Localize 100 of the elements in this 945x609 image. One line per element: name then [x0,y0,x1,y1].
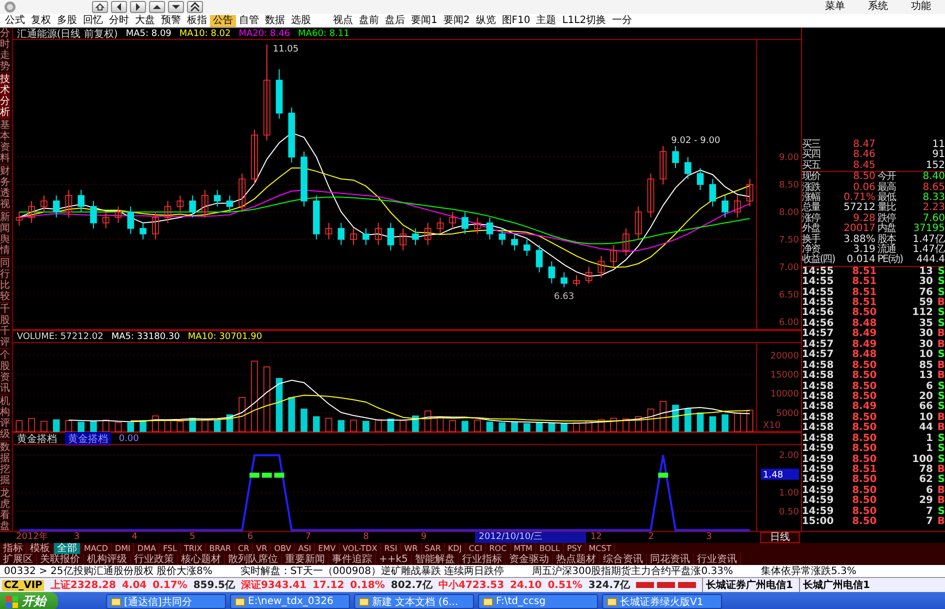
tick-time: 14:57 [802,340,835,350]
period-button[interactable]: 日线 [760,532,800,543]
side-tab[interactable]: 同行比较 [0,258,10,303]
side-tab[interactable]: 基本资料 [0,120,10,165]
tick-price: 8.50 [851,382,878,392]
tick-volume: 59 [919,298,933,308]
tick-price: 8.51 [851,266,878,277]
tick-time: 14:55 [802,266,835,277]
indicator-axis-label: 1.00 [778,488,799,499]
tick-time: 14:55 [802,298,835,308]
quote-value: 8.40 [922,172,945,182]
menu-item[interactable]: 系统 [858,0,898,14]
tick-price: 8.49 [851,329,878,340]
taskbar-item[interactable]: [通达信]共同分 [106,594,226,609]
toolbar-item[interactable]: 公式 [2,14,28,26]
moving-average-legend: MA5: 8.09 [126,28,172,38]
tick-time: 14:59 [802,475,835,486]
date-axis-label: 4 [130,532,138,543]
side-tab[interactable]: 数据挖掘 [0,442,10,487]
tick-price: 8.50 [851,360,878,371]
tick-side-label: B [936,517,945,528]
tick-price: 8.50 [851,496,878,506]
quote-label: 涨幅 [802,192,822,203]
date-axis-label: 9 [420,532,428,543]
tick-price: 8.50 [851,444,878,454]
tick-volume: 62 [918,475,933,486]
quote-label: 买三 [802,140,822,150]
tick-side-label: B [936,371,945,382]
index-value: 深证9343.41 [240,578,307,592]
quote-label: 总量 [802,203,822,214]
toolbar-item[interactable]: 多股 [54,14,80,26]
toolbar-item[interactable]: 盘后 [382,14,408,26]
toolbar-item[interactable]: 分时 [106,14,132,26]
quote-label: 收益(四) [802,255,836,266]
tick-time: 14:57 [802,329,835,340]
indicator-axis-label: 0.50 [778,507,799,518]
tick-volume: 10 [918,350,933,360]
toolbar-item[interactable]: 视点 [330,14,356,26]
toolbar-item[interactable]: 图F10 [498,14,534,26]
tick-side-label: S [936,308,945,318]
menu-item[interactable]: 菜单 [815,0,855,14]
date-axis-label: 12 [589,532,603,543]
tick-time: 14:59 [802,486,835,496]
news-ticker-item[interactable]: 集体依异常涨跌5.3% [761,565,856,577]
taskbar-item[interactable]: 新建 文本文档 (6... [354,594,474,609]
side-tab[interactable]: 分时走势 [0,28,10,73]
news-ticker-item[interactable]: 实时解盘：ST天一（000908）逆矿雕战暴跌 连续两日跌停 [240,565,504,577]
news-ticker-item[interactable]: 周五沪深300股指期货主力合约平盘涨0.33% [532,565,733,577]
moving-average-legend: MA20: 8.46 [238,28,290,38]
quote-value: 91 [931,150,945,160]
toolbar-item[interactable]: 预警 [158,14,184,26]
quote-label: 今开 [876,172,897,182]
toolbar-item[interactable]: 公告 [210,14,236,26]
menu-item[interactable]: 功能 [901,0,941,14]
tick-time: 14:58 [802,392,835,402]
toolbar-item[interactable]: L1L2切换 [559,14,610,26]
tick-volume: 7 [925,517,933,528]
tick-side-label: B [936,298,945,308]
side-tab[interactable]: 技术分析 [0,74,10,119]
quote-value: 444.4 [915,255,945,266]
toolbar-item[interactable]: 选股 [288,14,314,26]
index-value: 859.5亿 [193,578,235,592]
news-ticker-item[interactable]: 00332 > 25亿投购汇通股份股权 股价大涨8% [4,565,212,577]
toolbar-item[interactable]: 主题 [533,14,560,26]
tick-price: 8.50 [851,423,878,434]
tick-side-label: S [936,444,945,454]
toolbar-item[interactable]: 要闻1 [408,14,440,26]
tick-price: 8.51 [851,288,878,298]
volume-axis-label: 10000 [770,390,799,400]
toolbar-item[interactable]: 一分 [609,14,636,26]
volume-average-legend: MA10: 30701.90 [188,332,262,342]
toolbar-item[interactable]: 数据 [262,14,288,26]
tick-side-label: S [936,350,945,360]
quote-value: 0.71% [842,192,876,203]
price-axis-label: 7.50 [778,235,799,246]
toolbar-item[interactable]: 回忆 [80,14,106,26]
toolbar-item[interactable]: 复权 [28,14,54,26]
tick-time: 14:58 [802,360,835,371]
volume-average-legend: MA5: 33180.30 [111,332,180,342]
taskbar-item[interactable]: 长城证券绿火版V1 [602,594,722,609]
side-tab[interactable]: 机构评级 [0,396,10,441]
tick-price: 8.48 [851,350,878,360]
toolbar-item[interactable]: 纵览 [472,14,499,26]
index-value: 324.7亿 [588,578,630,592]
taskbar-item[interactable]: E:\new_tdx_0326 [230,594,350,609]
side-tab[interactable]: 财务透视 [0,166,10,211]
toolbar-item[interactable]: 板指 [184,14,210,26]
tick-volume: 6 [926,486,933,496]
side-tab[interactable]: 个股资讯 [0,350,10,395]
side-tab[interactable]: 千股千评 [0,304,10,349]
toolbar-item[interactable]: 要闻2 [440,14,473,26]
toolbar-item[interactable]: 大盘 [132,14,158,26]
tick-volume: 66 [918,402,933,412]
toolbar-item[interactable]: 盘前 [356,14,382,26]
side-tab[interactable]: 新闻舆情 [0,212,10,257]
taskbar-item[interactable]: F:\td_ccsg [478,594,598,609]
tick-side-label: B [936,329,945,340]
quote-value: 8.33 [922,192,945,203]
toolbar-item[interactable]: 自管 [236,14,262,26]
tick-side-label: S [936,318,945,329]
